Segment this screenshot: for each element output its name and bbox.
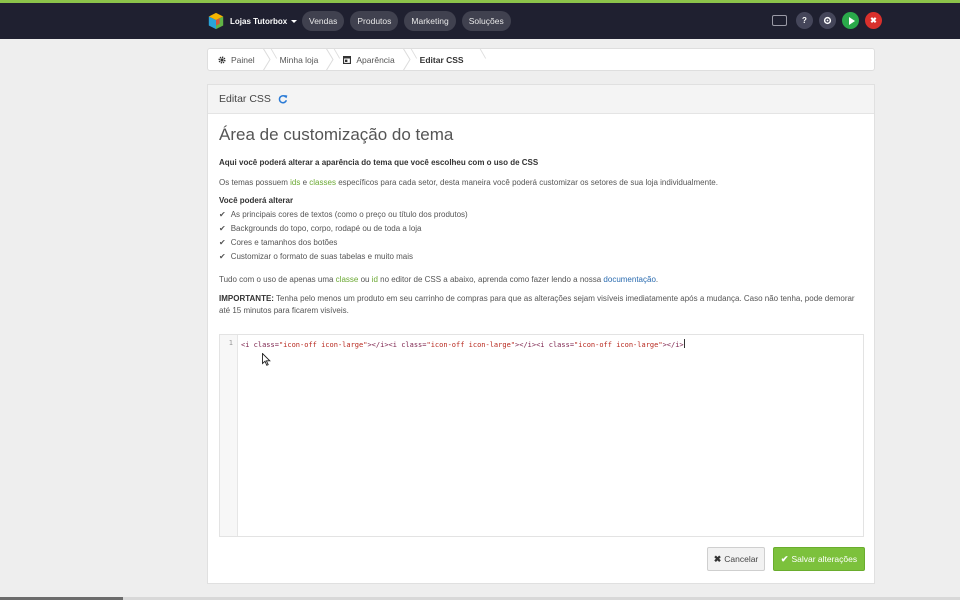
code-token: <i — [388, 341, 402, 349]
breadcrumb-label: Painel — [231, 54, 255, 65]
code-token: <i — [536, 341, 549, 349]
check-icon: ✔ — [219, 238, 226, 247]
line-gutter: 1 — [220, 335, 238, 536]
text-segment: . — [655, 275, 659, 284]
can-alter-list: ✔ As principais cores de textos (como o p… — [219, 208, 863, 264]
list-item-text: Cores e tamanhos dos botões — [230, 238, 338, 247]
nav-solucoes[interactable]: Soluções — [461, 11, 511, 31]
list-item-text: Backgrounds do topo, corpo, rodapé ou de… — [230, 224, 422, 233]
documentation-link[interactable]: documentação — [603, 275, 655, 284]
code-token: ></i> — [515, 341, 537, 349]
list-item-text: Customizar o formato de suas tabelas e m… — [230, 252, 414, 261]
list-item: ✔ Customizar o formato de suas tabelas e … — [219, 250, 863, 264]
breadcrumb-editar-css: Editar CSS — [410, 49, 478, 70]
can-alter-title: Você poderá alterar — [219, 196, 294, 205]
line-number: 1 — [228, 339, 233, 347]
save-button[interactable]: ✔ Salvar alterações — [773, 547, 865, 571]
breadcrumb-minha-loja[interactable]: Minha loja — [270, 49, 333, 70]
css-editor-panel: Editar CSS Área de customização do tema … — [207, 84, 875, 584]
nav-vendas[interactable]: Vendas — [302, 11, 345, 31]
breadcrumb-label: Editar CSS — [419, 54, 464, 65]
toolbar-actions: ? ✖ — [772, 12, 882, 29]
play-icon[interactable] — [842, 12, 859, 29]
list-item: ✔ Backgrounds do topo, corpo, rodapé ou d… — [219, 222, 863, 236]
text-caret — [683, 339, 685, 348]
close-icon: ✖ — [713, 553, 722, 564]
list-item: ✔ Cores e tamanhos dos botões — [219, 236, 863, 250]
store-name: Lojas Tutorbox — [230, 16, 288, 26]
text-segment: e — [300, 178, 310, 187]
breadcrumb-label: Minha loja — [279, 54, 319, 65]
store-switcher[interactable]: Lojas Tutorbox — [207, 12, 298, 30]
gear-icon — [218, 55, 226, 64]
text-segment: Tudo com o uso de apenas uma — [219, 275, 336, 284]
cube-logo-icon — [208, 12, 224, 30]
cancel-button[interactable]: ✖ Cancelar — [707, 547, 765, 571]
panel-header: Editar CSS — [208, 85, 874, 114]
top-navbar: Lojas Tutorbox Vendas Produtos Marketing… — [0, 3, 960, 39]
code-token: "icon-off icon-large" — [574, 341, 663, 349]
text-segment: ou — [358, 275, 372, 284]
usage-paragraph: Tudo com o uso de apenas uma classe ou i… — [219, 274, 863, 286]
important-text: Tenha pelo menos um produto em seu carri… — [219, 294, 855, 315]
question-icon[interactable]: ? — [796, 12, 813, 29]
classe-highlight: classe — [335, 275, 359, 284]
form-actions: ✖ Cancelar ✔ Salvar alterações — [208, 547, 876, 571]
check-icon: ✔ — [219, 210, 226, 219]
check-icon: ✔ — [219, 224, 226, 233]
layout-icon — [343, 55, 352, 64]
screen-icon[interactable] — [772, 15, 787, 26]
breadcrumb: Painel Minha loja Aparência Editar CSS — [207, 48, 875, 71]
code-token: class= — [401, 341, 427, 349]
text-segment: Os temas possuem — [219, 178, 291, 187]
code-token: ></i> — [662, 341, 684, 349]
intro-text: Aqui você poderá alterar a aparência do … — [219, 158, 539, 167]
nav-produtos[interactable]: Produtos — [350, 11, 399, 31]
cancel-label: Cancelar — [724, 554, 759, 564]
check-icon: ✔ — [780, 553, 789, 564]
code-token: <i — [241, 341, 254, 349]
code-line[interactable]: <i class="icon-off icon-large"></i><i cl… — [241, 339, 685, 349]
check-icon: ✔ — [219, 252, 226, 261]
code-token: "icon-off icon-large" — [278, 341, 368, 349]
breadcrumb-painel[interactable]: Painel — [208, 49, 269, 70]
text-segment: no editor de CSS a abaixo, aprenda como … — [377, 275, 604, 284]
code-token: class= — [548, 341, 575, 349]
list-item: ✔ As principais cores de textos (como o p… — [219, 208, 863, 222]
panel-title: Editar CSS — [219, 93, 271, 105]
breadcrumb-aparencia[interactable]: Aparência — [333, 49, 408, 70]
classes-highlight: classes — [309, 178, 336, 187]
code-token: ></i> — [367, 341, 389, 349]
text-segment: específicos para cada setor, desta manei… — [335, 178, 718, 187]
code-token: class= — [253, 341, 279, 349]
breadcrumb-label: Aparência — [356, 54, 395, 65]
chevron-down-icon — [291, 19, 298, 23]
ids-highlight: ids — [290, 178, 301, 187]
page-title: Área de customização do tema — [219, 125, 454, 144]
refresh-icon[interactable] — [278, 94, 288, 104]
code-token: "icon-off icon-large" — [426, 341, 516, 349]
list-item-text: As principais cores de textos (como o pr… — [230, 210, 468, 219]
save-label: Salvar alterações — [791, 554, 858, 564]
close-icon[interactable]: ✖ — [865, 12, 882, 29]
panel-body: Área de customização do tema Aqui você p… — [208, 114, 874, 317]
nav-marketing[interactable]: Marketing — [404, 11, 456, 31]
important-label: IMPORTANTE: — [219, 294, 274, 303]
css-code-editor[interactable]: 1 <i class="icon-off icon-large"></i><i … — [219, 334, 864, 537]
mouse-cursor-icon — [262, 353, 271, 366]
main-nav: Vendas Produtos Marketing Soluções — [302, 11, 511, 31]
gear-icon[interactable] — [819, 12, 836, 29]
important-note: IMPORTANTE: Tenha pelo menos um produto … — [219, 293, 863, 317]
themes-paragraph: Os temas possuem ids e classes específic… — [219, 177, 863, 189]
